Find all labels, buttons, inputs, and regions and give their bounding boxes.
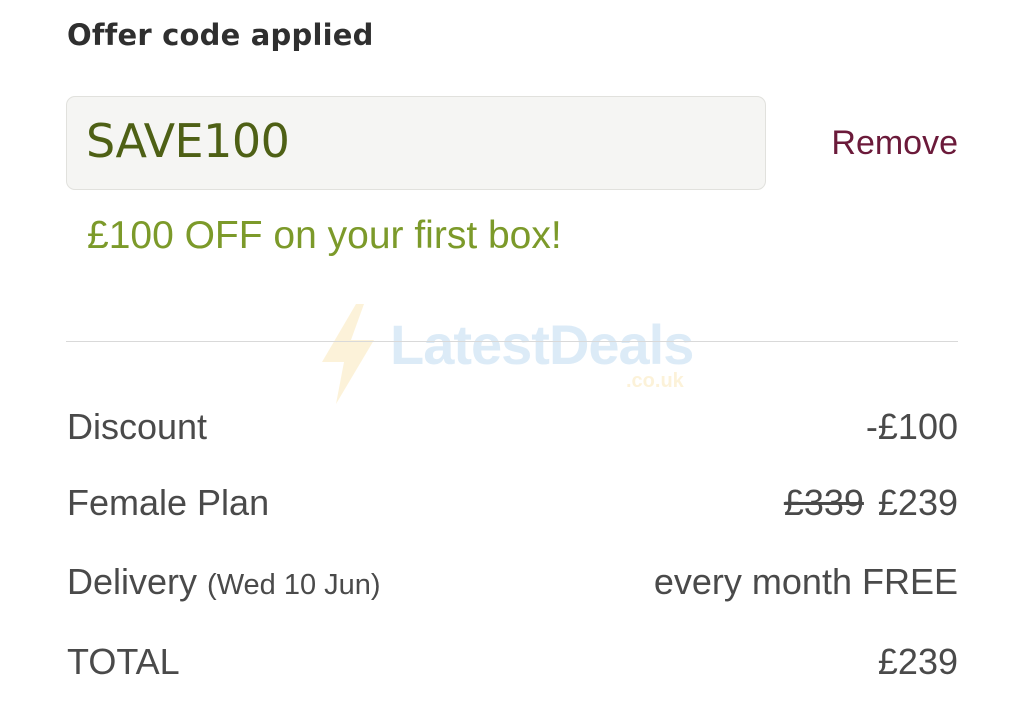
remove-code-link[interactable]: Remove [831,124,958,163]
total-label: TOTAL [67,641,180,682]
discount-value: -£100 [865,406,958,447]
plan-price: £239 [877,482,958,523]
delivery-value: every month FREE [653,561,958,602]
plan-old-price: £339 [783,482,864,523]
watermark-text: LatestDeals [390,313,694,376]
plan-label: Female Plan [67,482,270,523]
offer-note: £100 OFF on your first box! [87,214,562,257]
delivery-row: Delivery (Wed 10 Jun) every month FREE [67,561,958,607]
total-row: TOTAL £239 [67,641,958,687]
lightning-bolt-icon [322,304,374,404]
watermark-domain: .co.uk [626,370,684,392]
offer-heading: Offer code applied [67,18,374,52]
delivery-label-group: Delivery (Wed 10 Jun) [67,561,381,603]
offer-code-field[interactable]: SAVE100 [66,96,766,190]
discount-label: Discount [67,406,208,447]
plan-row: Female Plan £339 £239 [67,482,958,528]
total-value: £239 [877,641,958,682]
watermark: LatestDeals .co.uk [318,304,718,404]
plan-price-group: £339 £239 [784,482,958,524]
discount-row: Discount -£100 [67,406,958,452]
offer-code-value: SAVE100 [86,114,290,168]
delivery-date: (Wed 10 Jun) [207,569,381,601]
delivery-label: Delivery [67,561,198,602]
divider [66,341,958,342]
